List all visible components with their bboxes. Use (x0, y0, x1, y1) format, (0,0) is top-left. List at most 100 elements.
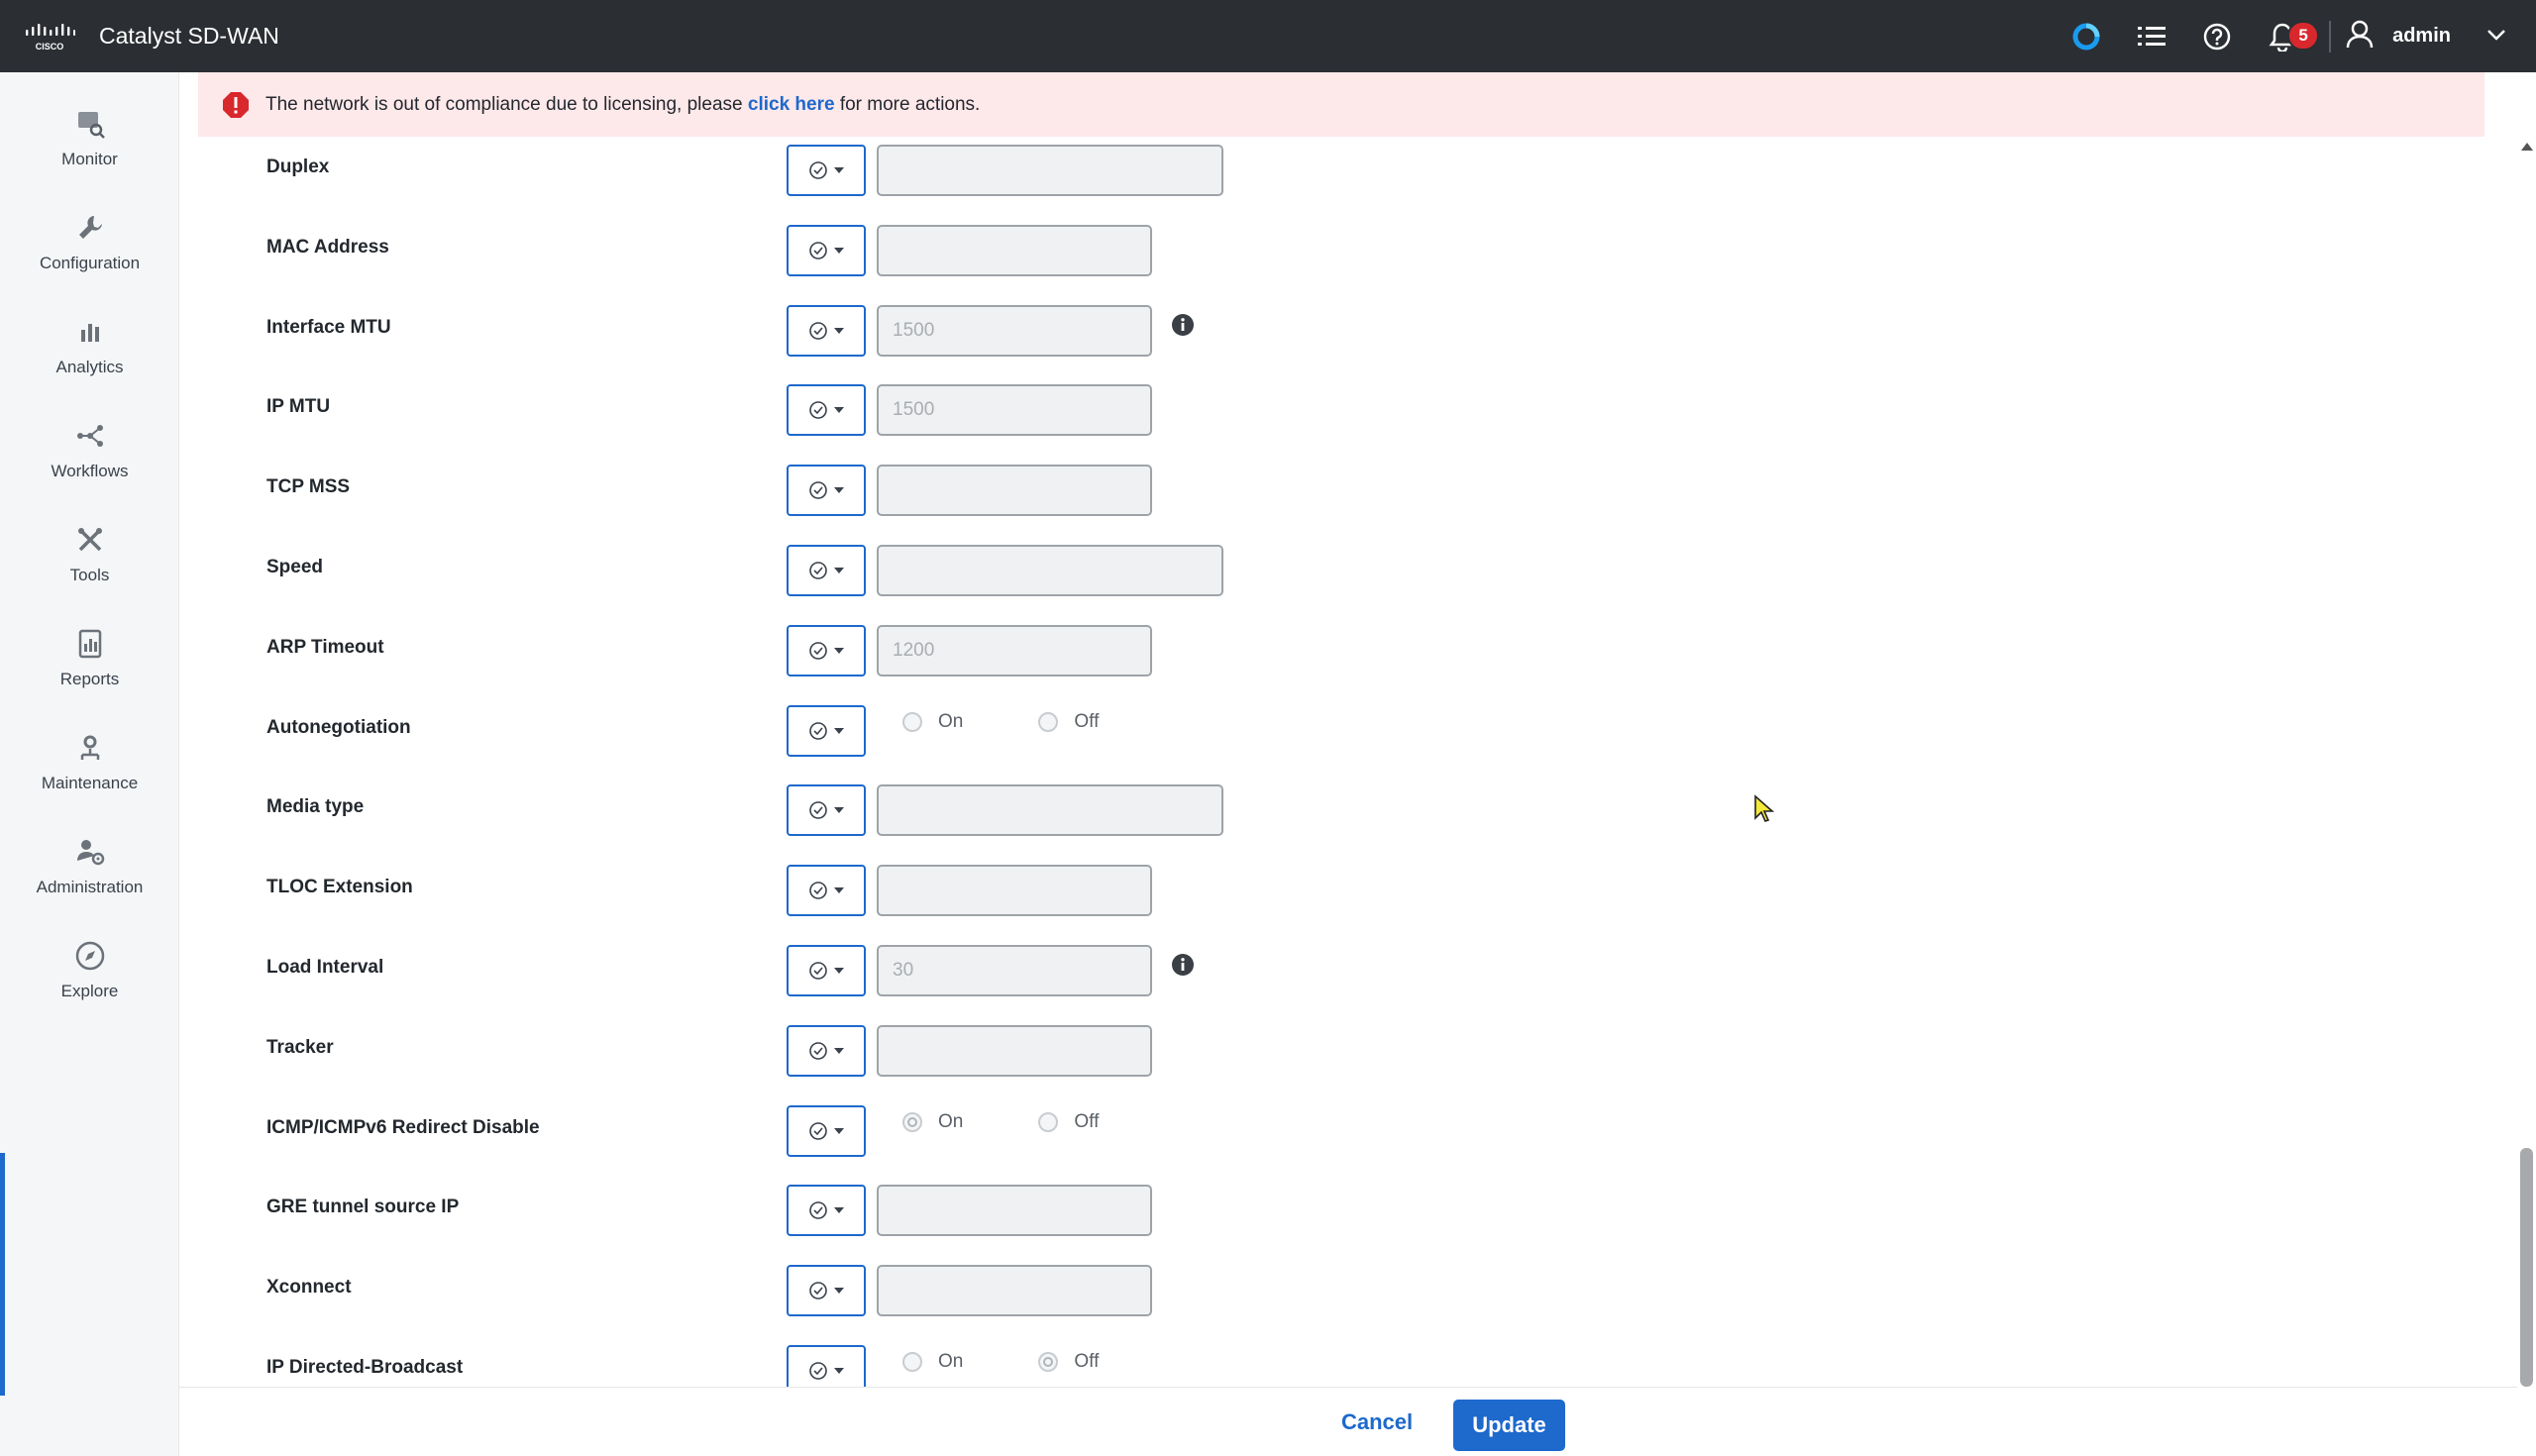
scope-dropdown-button[interactable] (787, 384, 866, 437)
text-input[interactable] (877, 1024, 1152, 1077)
sidebar-item-analytics[interactable]: Analytics (0, 297, 179, 396)
sidebar-item-explore[interactable]: Explore (0, 921, 179, 1020)
sidebar-active-indicator (0, 1153, 5, 1396)
scope-dropdown-button[interactable] (787, 304, 866, 357)
sidebar-item-reports[interactable]: Reports (0, 609, 179, 708)
sidebar-item-configuration[interactable]: Configuration (0, 193, 179, 292)
scope-dropdown-button[interactable] (787, 145, 866, 196)
banner-link[interactable]: click here (748, 94, 835, 116)
form-row: Interface MTU 1500 (179, 301, 2517, 380)
radio-on[interactable]: On (902, 1111, 963, 1133)
field-label: Load Interval (266, 957, 384, 978)
caret-down-icon (834, 968, 844, 974)
user-menu[interactable]: admin (2345, 19, 2506, 54)
update-button[interactable]: Update (1453, 1400, 1565, 1451)
info-icon[interactable] (1171, 313, 1195, 337)
sidebar-item-workflows[interactable]: Workflows (0, 401, 179, 500)
field-label: Autonegotiation (266, 716, 411, 738)
scope-dropdown-button[interactable] (787, 1185, 866, 1237)
form-row: TLOC Extension (179, 861, 2517, 940)
scope-dropdown-button[interactable] (787, 784, 866, 837)
text-input[interactable] (877, 1185, 1152, 1237)
check-circle-icon (809, 962, 827, 980)
chevron-down-icon (2486, 25, 2506, 48)
radio-button[interactable] (1038, 1111, 1059, 1132)
text-input[interactable] (877, 465, 1152, 517)
interface-form: Duplex MAC Address Interface MTU 1500 IP MTU… (179, 137, 2517, 1397)
check-circle-icon (809, 1282, 827, 1300)
cisco-logo[interactable]: CISCO (24, 22, 75, 52)
caret-down-icon (834, 887, 844, 894)
sidebar-item-monitor[interactable]: Monitor (0, 89, 179, 188)
field-label: Interface MTU (266, 316, 391, 338)
scope-dropdown-button[interactable] (787, 945, 866, 996)
text-input[interactable]: 1500 (877, 384, 1152, 437)
cisco-assistant-icon[interactable] (2054, 0, 2119, 72)
tools-icon (77, 528, 102, 552)
radio-button[interactable] (1038, 1352, 1059, 1372)
check-circle-icon (809, 641, 827, 660)
scope-dropdown-button[interactable] (787, 704, 866, 757)
radio-off[interactable]: Off (1038, 1111, 1099, 1133)
check-circle-icon (809, 801, 827, 820)
radio-label: On (938, 1110, 964, 1132)
radio-off[interactable]: Off (1038, 711, 1099, 733)
field-label: TLOC Extension (266, 877, 413, 898)
check-circle-icon (809, 321, 827, 340)
scope-dropdown-button[interactable] (787, 624, 866, 676)
text-input[interactable] (877, 224, 1152, 276)
field-label: GRE tunnel source IP (266, 1196, 460, 1218)
text-input[interactable] (877, 1265, 1152, 1317)
form-row: Speed (179, 541, 2517, 620)
radio-on[interactable]: On (902, 1351, 963, 1373)
text-input[interactable] (877, 865, 1152, 917)
field-label: Tracker (266, 1036, 334, 1058)
sidebar-item-label: Workflows (51, 462, 129, 480)
scroll-up-arrow-icon[interactable] (2521, 143, 2533, 151)
form-row: GRE tunnel source IP (179, 1181, 2517, 1260)
sidebar-item-administration[interactable]: Administration (0, 817, 179, 916)
caret-down-icon (834, 727, 844, 734)
sidebar: Monitor Configuration Analytics Workflow… (0, 72, 179, 1456)
radio-button[interactable] (902, 711, 922, 732)
radio-label: On (938, 1351, 964, 1372)
scope-dropdown-button[interactable] (787, 465, 866, 517)
scrollbar-thumb[interactable] (2520, 1148, 2533, 1387)
compliance-banner: The network is out of compliance due to … (198, 72, 2484, 137)
list-icon[interactable] (2119, 0, 2184, 72)
bell-icon[interactable]: 5 (2250, 0, 2320, 72)
radio-button[interactable] (902, 1111, 922, 1132)
info-icon[interactable] (1171, 953, 1195, 977)
radio-off[interactable]: Off (1038, 1351, 1099, 1373)
sidebar-item-maintenance[interactable]: Maintenance (0, 713, 179, 812)
text-input[interactable] (877, 545, 1223, 596)
radio-button[interactable] (902, 1352, 922, 1372)
sidebar-item-tools[interactable]: Tools (0, 505, 179, 604)
cancel-button[interactable]: Cancel (1325, 1398, 1428, 1447)
caret-down-icon (834, 1368, 844, 1374)
radio-group: On Off (902, 1111, 1099, 1133)
check-circle-icon (809, 481, 827, 499)
scrollbar[interactable] (2517, 137, 2536, 1387)
scope-dropdown-button[interactable] (787, 1104, 866, 1157)
scope-dropdown-button[interactable] (787, 224, 866, 276)
scope-dropdown-button[interactable] (787, 865, 866, 917)
scope-dropdown-button[interactable] (787, 1265, 866, 1317)
warning-icon (223, 91, 249, 118)
sidebar-item-label: Configuration (39, 254, 141, 272)
form-footer: Cancel Update (179, 1387, 2517, 1456)
text-input[interactable]: 1200 (877, 624, 1152, 676)
scope-dropdown-button[interactable] (787, 1024, 866, 1077)
check-circle-icon (809, 241, 827, 260)
help-icon[interactable] (2184, 0, 2250, 72)
scope-dropdown-button[interactable] (787, 545, 866, 596)
radio-button[interactable] (1038, 711, 1059, 732)
bar-chart-icon (80, 324, 99, 342)
radio-on[interactable]: On (902, 711, 963, 733)
text-input[interactable]: 30 (877, 945, 1152, 996)
text-input[interactable] (877, 145, 1223, 196)
text-input[interactable] (877, 784, 1223, 837)
form-row: Load Interval 30 (179, 941, 2517, 1020)
field-label: Speed (266, 557, 324, 577)
text-input[interactable]: 1500 (877, 304, 1152, 357)
